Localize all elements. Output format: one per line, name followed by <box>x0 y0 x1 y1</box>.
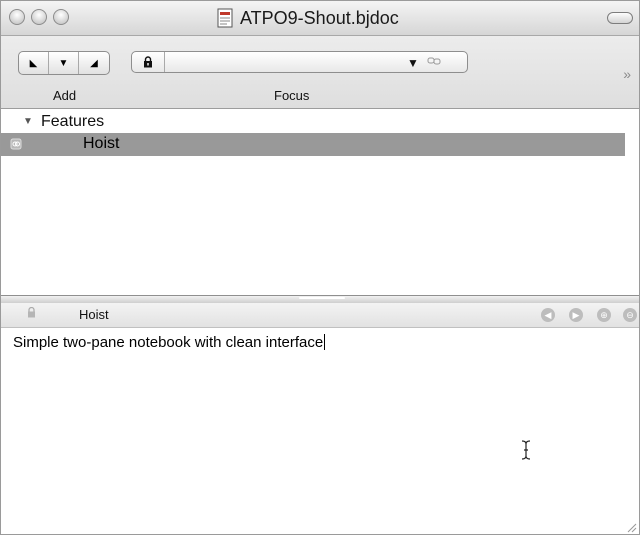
outline-row-features[interactable]: ▼ Features <box>1 112 639 132</box>
title-bar[interactable]: ATPO9-Shout.bjdoc <box>1 1 639 36</box>
document-icon <box>216 8 234 28</box>
splitter-grip[interactable] <box>299 297 345 299</box>
note-editor[interactable]: Simple two-pane notebook with clean inte… <box>1 328 639 534</box>
note-text-line[interactable]: Simple two-pane notebook with clean inte… <box>13 334 326 351</box>
add-label: Add <box>53 88 77 103</box>
previous-note-icon[interactable]: ◀ <box>541 308 555 322</box>
add-segmented-control: ◣ ▼ ◢ <box>18 51 110 75</box>
move-right-down-icon: ◢ <box>90 57 98 69</box>
note-lock-icon[interactable] <box>27 306 36 321</box>
resize-grip-icon[interactable] <box>625 520 637 533</box>
link-icon[interactable] <box>427 55 441 70</box>
zoom-window-button[interactable] <box>53 9 69 25</box>
hoist-out-icon[interactable]: ⊖ <box>623 308 637 322</box>
window-title-text: ATPO9-Shout.bjdoc <box>240 7 399 28</box>
combo-dropdown-arrow-icon[interactable]: ▼ <box>407 56 419 70</box>
row-link-icon <box>10 138 22 150</box>
app-window: ATPO9-Shout.bjdoc ◣ ▼ ◢ ▼ Add Focus » ▼ … <box>0 0 640 535</box>
move-down-button[interactable]: ▼ <box>49 52 79 74</box>
disclosure-triangle-icon[interactable]: ▼ <box>23 116 33 127</box>
next-note-icon[interactable]: ▶ <box>569 308 583 322</box>
hoist-in-icon[interactable]: ⊕ <box>597 308 611 322</box>
move-left-down-button[interactable]: ◣ <box>19 52 49 74</box>
outline-group-label: Features <box>41 113 105 130</box>
note-title: Hoist <box>79 307 109 322</box>
note-body-text: Simple two-pane notebook with clean inte… <box>13 334 324 351</box>
outline-pane[interactable]: ▼ Features Hoist <box>1 109 639 297</box>
move-down-icon: ▼ <box>58 57 69 69</box>
focus-label: Focus <box>274 88 310 103</box>
toolbar: ◣ ▼ ◢ ▼ Add Focus » <box>1 36 639 109</box>
move-left-down-icon: ◣ <box>29 57 38 69</box>
note-header: Hoist ◀ ▶ ⊕ ⊖ <box>1 303 639 328</box>
lock-button[interactable] <box>132 52 165 72</box>
outline-item-label: Hoist <box>83 135 120 152</box>
ibeam-cursor-icon <box>521 440 531 465</box>
toolbar-toggle-button[interactable] <box>607 12 633 24</box>
window-title: ATPO9-Shout.bjdoc <box>216 7 399 29</box>
minimize-window-button[interactable] <box>31 9 47 25</box>
move-right-down-button[interactable]: ◢ <box>79 52 109 74</box>
outline-row-selected[interactable]: Hoist <box>1 133 625 156</box>
focus-combo-box[interactable]: ▼ <box>131 51 468 73</box>
text-caret <box>324 334 326 350</box>
lock-icon <box>144 56 152 68</box>
close-window-button[interactable] <box>9 9 25 25</box>
toolbar-overflow-icon[interactable]: » <box>623 66 631 82</box>
